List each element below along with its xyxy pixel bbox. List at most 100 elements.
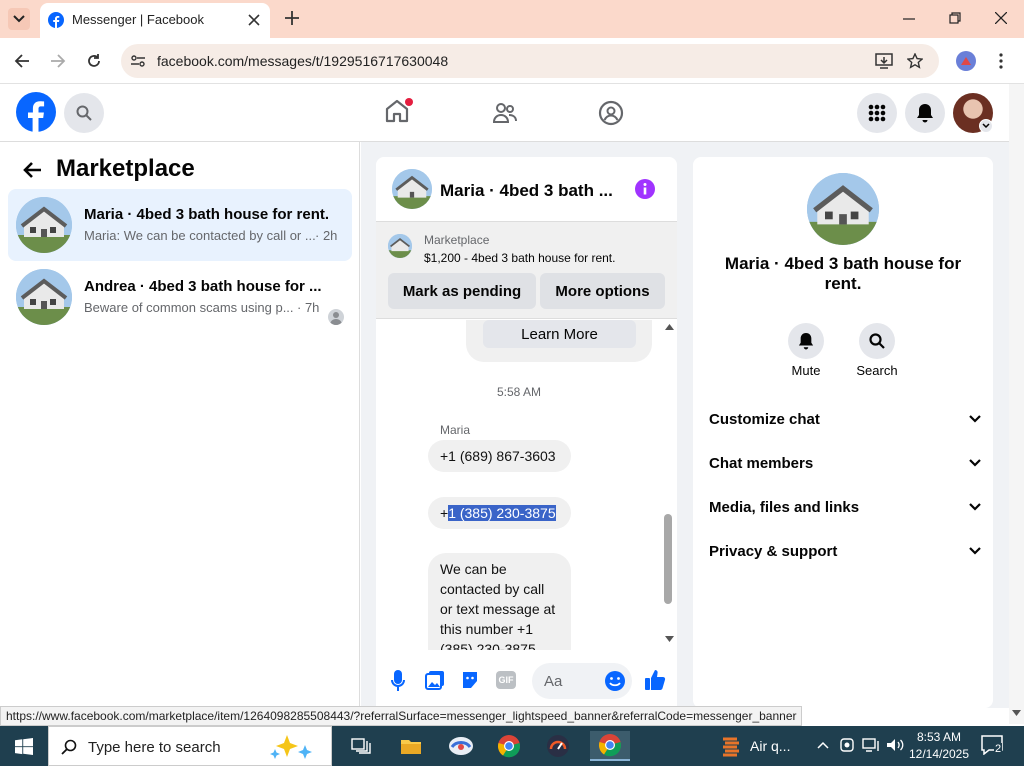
facebook-logo-icon[interactable] xyxy=(16,92,56,132)
account-avatar[interactable] xyxy=(953,93,993,133)
page-scrollbar[interactable] xyxy=(1009,84,1024,724)
weather-text: Air q... xyxy=(750,738,791,754)
omnibox[interactable]: facebook.com/messages/t/1929516717630048 xyxy=(121,44,939,78)
tray-app-icon[interactable] xyxy=(840,738,854,752)
weather-widget[interactable]: Air q... xyxy=(720,731,808,761)
taskbar-search-box[interactable]: Type here to search xyxy=(48,726,332,766)
menu-button[interactable] xyxy=(857,93,897,133)
thread-item[interactable]: Andrea · 4bed 3 bath house for ... Bewar… xyxy=(8,261,352,333)
minimize-icon[interactable] xyxy=(903,18,915,20)
grid-menu-icon xyxy=(868,104,886,122)
account-chevron xyxy=(979,119,993,133)
scroll-up-arrow-icon[interactable] xyxy=(665,324,674,330)
status-bar-url: https://www.facebook.com/marketplace/ite… xyxy=(0,706,803,726)
browser-menu-icon[interactable] xyxy=(999,53,1003,69)
facebook-search-button[interactable] xyxy=(64,93,104,133)
privacy-support-section[interactable]: Privacy & support xyxy=(709,539,981,563)
chat-window: Maria · 4bed 3 bath ... Marketplace $1,2… xyxy=(376,157,677,708)
info-avatar[interactable] xyxy=(807,173,879,245)
profile-avatar[interactable] xyxy=(956,51,976,71)
app-button[interactable] xyxy=(444,731,478,761)
speedtest-button[interactable] xyxy=(541,731,575,761)
clock-date[interactable]: 12/14/2025 xyxy=(906,747,972,761)
thread-time: · 2h xyxy=(315,228,338,243)
composer: GIF Aa xyxy=(376,657,677,705)
new-tab-icon[interactable] xyxy=(285,11,299,25)
notifications-button[interactable] xyxy=(905,93,945,133)
scroll-down-arrow-icon[interactable] xyxy=(665,636,674,642)
conversation-info-icon[interactable] xyxy=(635,179,655,199)
tab-list-button[interactable] xyxy=(8,8,30,30)
site-settings-icon[interactable] xyxy=(130,53,146,69)
chrome-active-button[interactable] xyxy=(590,731,630,761)
thread-preview: Beware of common scams using p... xyxy=(84,300,294,315)
learn-more-button[interactable]: Learn More xyxy=(483,320,636,348)
customize-chat-section[interactable]: Customize chat xyxy=(709,407,981,431)
banner-label: Marketplace xyxy=(424,233,490,247)
section-label: Media, files and links xyxy=(709,498,860,516)
install-app-icon[interactable] xyxy=(875,53,893,69)
task-view-button[interactable] xyxy=(344,731,378,761)
chrome-icon xyxy=(598,734,622,757)
mute-button[interactable] xyxy=(788,323,824,359)
bookmark-star-icon[interactable] xyxy=(907,53,923,69)
message-bubble[interactable]: We can be contacted by call or text mess… xyxy=(428,553,571,650)
chevron-down-icon xyxy=(969,547,981,555)
thread-name: Andrea · 4bed 3 bath house for ... xyxy=(84,278,322,295)
notification-center-button[interactable]: 2 xyxy=(981,735,1011,759)
chevron-down-icon xyxy=(13,15,25,23)
search-conversation-button[interactable] xyxy=(859,323,895,359)
url-text[interactable]: facebook.com/messages/t/1929516717630048 xyxy=(157,53,448,69)
sidebar-title: Marketplace xyxy=(56,155,195,182)
windows-start-icon[interactable] xyxy=(15,738,33,755)
restore-icon[interactable] xyxy=(949,12,961,24)
forward-icon[interactable] xyxy=(50,53,66,69)
volume-icon[interactable] xyxy=(886,738,904,752)
thumbs-up-icon[interactable] xyxy=(644,669,666,691)
groups-icon[interactable] xyxy=(598,100,624,126)
close-tab-icon[interactable] xyxy=(248,14,260,26)
chat-scroll-thumb[interactable] xyxy=(664,514,672,604)
gif-icon[interactable]: GIF xyxy=(496,671,516,689)
back-arrow-icon[interactable] xyxy=(22,161,42,179)
chat-avatar[interactable] xyxy=(392,169,432,209)
message-bubble[interactable]: +1 (689) 867-3603 xyxy=(428,440,571,472)
message-input[interactable]: Aa xyxy=(532,663,632,699)
marketplace-banner: Marketplace $1,200 - 4bed 3 bath house f… xyxy=(376,221,677,319)
gallery-icon[interactable] xyxy=(425,670,445,690)
chat-title[interactable]: Maria · 4bed 3 bath ... xyxy=(440,181,613,201)
chat-members-section[interactable]: Chat members xyxy=(709,451,981,475)
facebook-icon xyxy=(48,12,64,28)
emoji-icon[interactable] xyxy=(604,670,626,692)
microphone-icon[interactable] xyxy=(391,670,405,692)
scroll-down-arrow-icon[interactable] xyxy=(1012,710,1021,716)
thread-list-panel: Marketplace Maria · 4bed 3 bath house fo… xyxy=(0,142,360,708)
nav-home[interactable] xyxy=(384,98,414,128)
section-label: Chat members xyxy=(709,454,814,472)
clock-time[interactable]: 8:53 AM xyxy=(910,730,968,744)
more-options-button[interactable]: More options xyxy=(540,273,665,309)
chat-scrollbar[interactable] xyxy=(662,320,677,650)
media-files-links-section[interactable]: Media, files and links xyxy=(709,495,981,519)
message-timestamp: 5:58 AM xyxy=(496,385,542,399)
close-window-icon[interactable] xyxy=(995,12,1007,24)
mark-as-pending-button[interactable]: Mark as pending xyxy=(388,273,536,309)
file-explorer-button[interactable] xyxy=(394,731,428,761)
seen-avatar xyxy=(328,309,344,325)
conversation-info-panel: Maria · 4bed 3 bath house for rent. Mute… xyxy=(693,157,993,708)
notification-count: 2 xyxy=(994,743,1003,755)
network-icon[interactable] xyxy=(862,738,880,752)
back-icon[interactable] xyxy=(14,53,30,69)
banner-listing[interactable]: $1,200 - 4bed 3 bath house for rent. xyxy=(424,251,615,265)
browser-tab[interactable]: Messenger | Facebook xyxy=(40,3,270,38)
sticker-icon[interactable] xyxy=(460,670,480,690)
chrome-profile-button[interactable] xyxy=(492,731,526,761)
thread-item[interactable]: Maria · 4bed 3 bath house for rent. Mari… xyxy=(8,189,352,261)
friends-icon[interactable] xyxy=(492,100,518,126)
show-hidden-icons-icon[interactable] xyxy=(817,741,829,749)
listing-thumbnail[interactable] xyxy=(388,234,412,258)
message-bubble[interactable]: +1 (385) 230-3875 xyxy=(428,497,571,529)
user-icon xyxy=(330,312,342,325)
search-label: Search xyxy=(856,363,898,378)
reload-icon[interactable] xyxy=(86,53,102,69)
